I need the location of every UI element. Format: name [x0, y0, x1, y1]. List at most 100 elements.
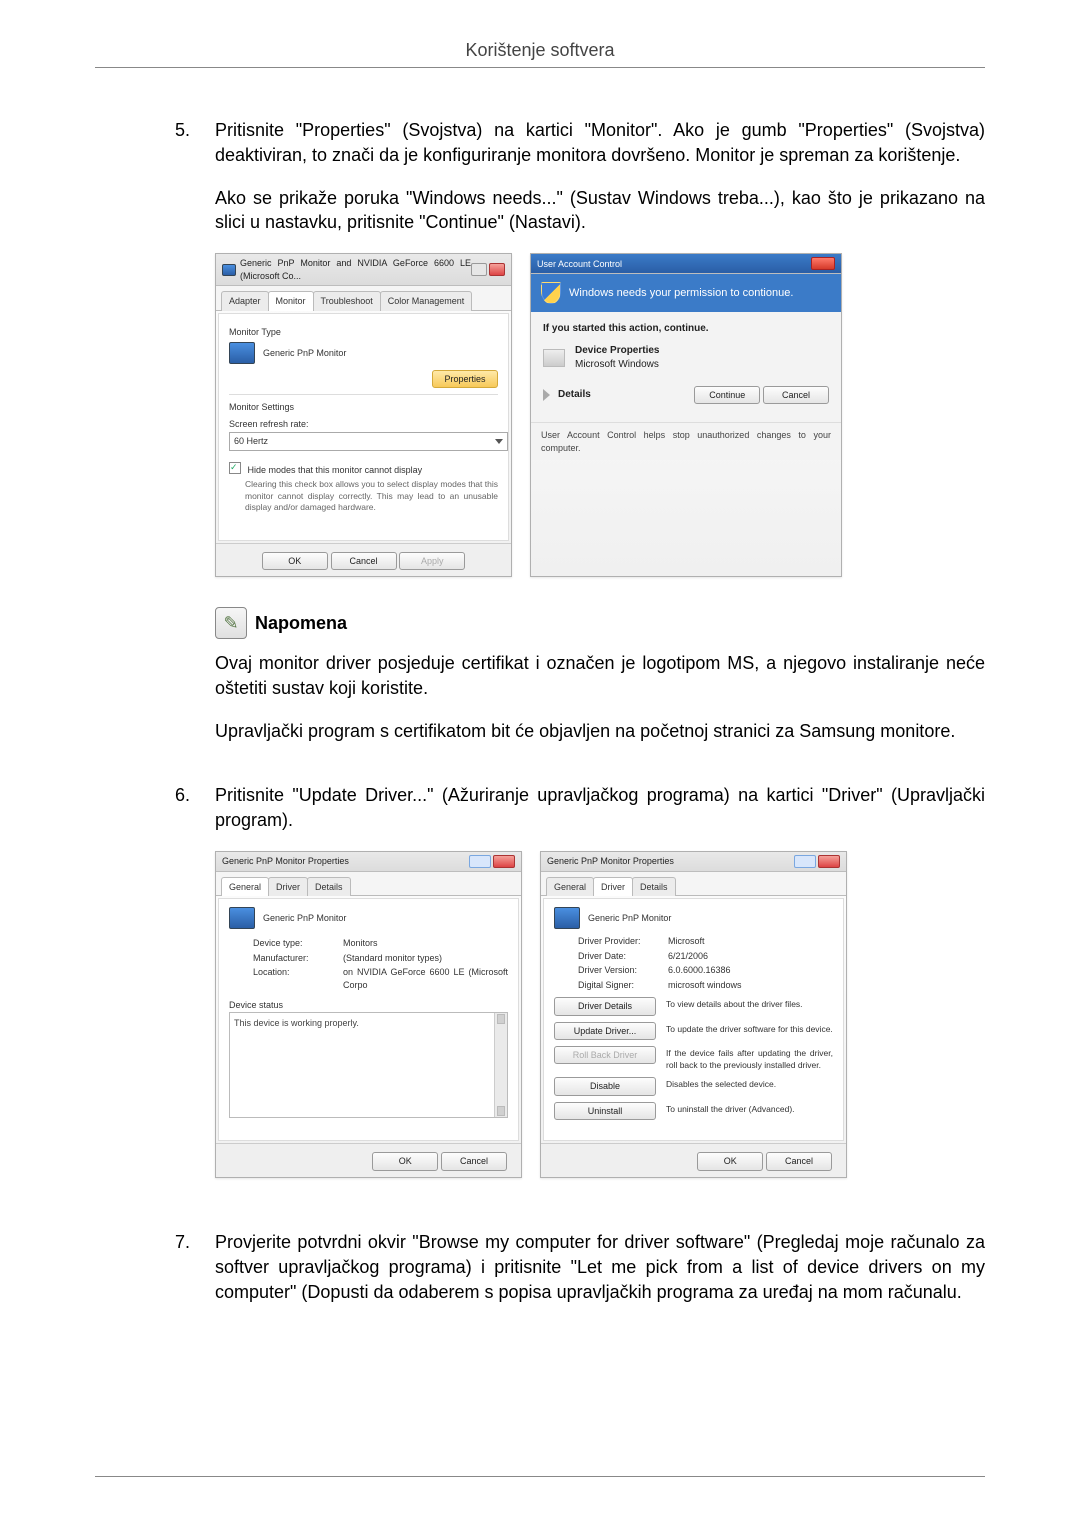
uac-instruction: If you started this action, continue.	[543, 322, 829, 336]
cancel-button[interactable]: Cancel	[766, 1152, 832, 1170]
close-button[interactable]	[811, 257, 835, 270]
step-7: 7. Provjerite potvrdni okvir "Browse my …	[175, 1230, 985, 1304]
apply-button[interactable]: Apply	[399, 552, 465, 570]
help-button[interactable]	[471, 263, 487, 276]
uninstall-button[interactable]: Uninstall	[554, 1102, 656, 1120]
disable-button[interactable]: Disable	[554, 1077, 656, 1095]
fig3-tabs: General Driver Details	[216, 872, 521, 896]
tab-general[interactable]: General	[546, 877, 594, 896]
rollback-driver-button[interactable]: Roll Back Driver	[554, 1046, 656, 1064]
main-content: 5. Pritisnite "Properties" (Svojstva) na…	[175, 118, 985, 1304]
step-5-para-2: Ako se prikaže poruka "Windows needs..."…	[215, 186, 985, 236]
refresh-rate-select[interactable]: 60 Hertz	[229, 432, 508, 450]
tab-adapter[interactable]: Adapter	[221, 291, 269, 310]
fig3-title: Generic PnP Monitor Properties	[222, 855, 349, 867]
tab-driver[interactable]: Driver	[593, 877, 633, 896]
driver-date-value: 6/21/2006	[668, 950, 833, 962]
step-6-figures: Generic PnP Monitor Properties General D…	[215, 851, 985, 1178]
step-5-number: 5.	[175, 118, 215, 761]
fig-properties-driver: Generic PnP Monitor Properties General D…	[540, 851, 847, 1178]
tab-monitor[interactable]: Monitor	[268, 291, 314, 310]
manufacturer-label: Manufacturer:	[253, 952, 343, 964]
fig-monitor-dialog: Generic PnP Monitor and NVIDIA GeForce 6…	[215, 253, 512, 577]
ok-button[interactable]: OK	[697, 1152, 763, 1170]
device-status-box: This device is working properly.	[229, 1012, 508, 1118]
driver-version-value: 6.0.6000.16386	[668, 964, 833, 976]
step-6-number: 6.	[175, 783, 215, 1207]
devtype-value: Monitors	[343, 937, 508, 949]
ok-button[interactable]: OK	[262, 552, 328, 570]
uac-publisher: Microsoft Windows	[575, 358, 660, 372]
fig4-title: Generic PnP Monitor Properties	[547, 855, 674, 867]
hide-modes-label: Hide modes that this monitor cannot disp…	[248, 465, 423, 475]
monitor-settings-label: Monitor Settings	[229, 401, 498, 413]
uac-title: User Account Control	[537, 258, 622, 270]
signer-label: Digital Signer:	[578, 979, 668, 991]
close-button[interactable]	[493, 855, 515, 868]
refresh-rate-label: Screen refresh rate:	[229, 418, 498, 430]
uac-program-name: Device Properties	[575, 344, 660, 358]
device-status-text: This device is working properly.	[234, 1018, 359, 1028]
fig4-titlebar: Generic PnP Monitor Properties	[541, 852, 846, 872]
header-title: Korištenje softvera	[465, 40, 614, 60]
driver-details-button[interactable]: Driver Details	[554, 997, 656, 1015]
note-para-2: Upravljački program s certifikatom bit ć…	[215, 719, 985, 744]
cancel-button[interactable]: Cancel	[441, 1152, 507, 1170]
fig1-tabs: Adapter Monitor Troubleshoot Color Manag…	[216, 286, 511, 310]
footer-rule	[95, 1476, 985, 1477]
step-7-para: Provjerite potvrdni okvir "Browse my com…	[215, 1230, 985, 1304]
tab-details[interactable]: Details	[307, 877, 351, 896]
cancel-button[interactable]: Cancel	[763, 386, 829, 404]
tab-driver[interactable]: Driver	[268, 877, 308, 896]
details-toggle[interactable]: Details	[558, 388, 591, 402]
chevron-down-icon[interactable]	[543, 389, 550, 401]
fig1-button-row: OK Cancel Apply	[216, 543, 511, 576]
update-driver-button[interactable]: Update Driver...	[554, 1022, 656, 1040]
step-6-para: Pritisnite "Update Driver..." (Ažuriranj…	[215, 783, 985, 833]
properties-button[interactable]: Properties	[432, 370, 498, 388]
close-button[interactable]	[489, 263, 505, 276]
uac-titlebar: User Account Control	[531, 254, 841, 274]
tab-color-management[interactable]: Color Management	[380, 291, 473, 310]
update-driver-desc: To update the driver software for this d…	[666, 1022, 833, 1036]
step-5-para-1: Pritisnite "Properties" (Svojstva) na ka…	[215, 118, 985, 168]
fig1-pane: Monitor Type Generic PnP Monitor Propert…	[218, 313, 509, 541]
close-button[interactable]	[818, 855, 840, 868]
scrollbar[interactable]	[494, 1013, 507, 1117]
program-icon	[543, 349, 565, 367]
monitor-icon	[229, 907, 255, 929]
refresh-rate-value: 60 Hertz	[234, 435, 268, 447]
fig4-tabs: General Driver Details	[541, 872, 846, 896]
note-body: Ovaj monitor driver posjeduje certifikat…	[215, 651, 985, 743]
tab-general[interactable]: General	[221, 877, 269, 896]
note-icon: ✎	[215, 607, 247, 639]
driver-version-label: Driver Version:	[578, 964, 668, 976]
fig3-titlebar: Generic PnP Monitor Properties	[216, 852, 521, 872]
cancel-button[interactable]: Cancel	[331, 552, 397, 570]
help-button[interactable]	[469, 855, 491, 868]
page-header: Korištenje softvera	[95, 40, 985, 68]
driver-details-desc: To view details about the driver files.	[666, 997, 833, 1011]
hide-modes-checkbox[interactable]	[229, 462, 241, 474]
monitor-icon	[554, 907, 580, 929]
disable-desc: Disables the selected device.	[666, 1077, 833, 1091]
uac-headline: Windows needs your permission to contion…	[569, 286, 793, 301]
location-label: Location:	[253, 966, 343, 991]
tab-details[interactable]: Details	[632, 877, 676, 896]
devtype-label: Device type:	[253, 937, 343, 949]
provider-label: Driver Provider:	[578, 935, 668, 947]
rollback-driver-desc: If the device fails after updating the d…	[666, 1046, 833, 1071]
help-button[interactable]	[794, 855, 816, 868]
device-status-label: Device status	[229, 999, 508, 1011]
shield-icon	[541, 282, 561, 304]
uac-footer: User Account Control helps stop unauthor…	[531, 422, 841, 460]
uac-program-item: Device Properties Microsoft Windows	[543, 344, 829, 372]
continue-button[interactable]: Continue	[694, 386, 760, 404]
signer-value: microsoft windows	[668, 979, 833, 991]
ok-button[interactable]: OK	[372, 1152, 438, 1170]
tab-troubleshoot[interactable]: Troubleshoot	[313, 291, 381, 310]
provider-value: Microsoft	[668, 935, 833, 947]
monitor-type-value: Generic PnP Monitor	[263, 347, 346, 359]
manufacturer-value: (Standard monitor types)	[343, 952, 508, 964]
fig-uac-dialog: User Account Control Windows needs your …	[530, 253, 842, 577]
